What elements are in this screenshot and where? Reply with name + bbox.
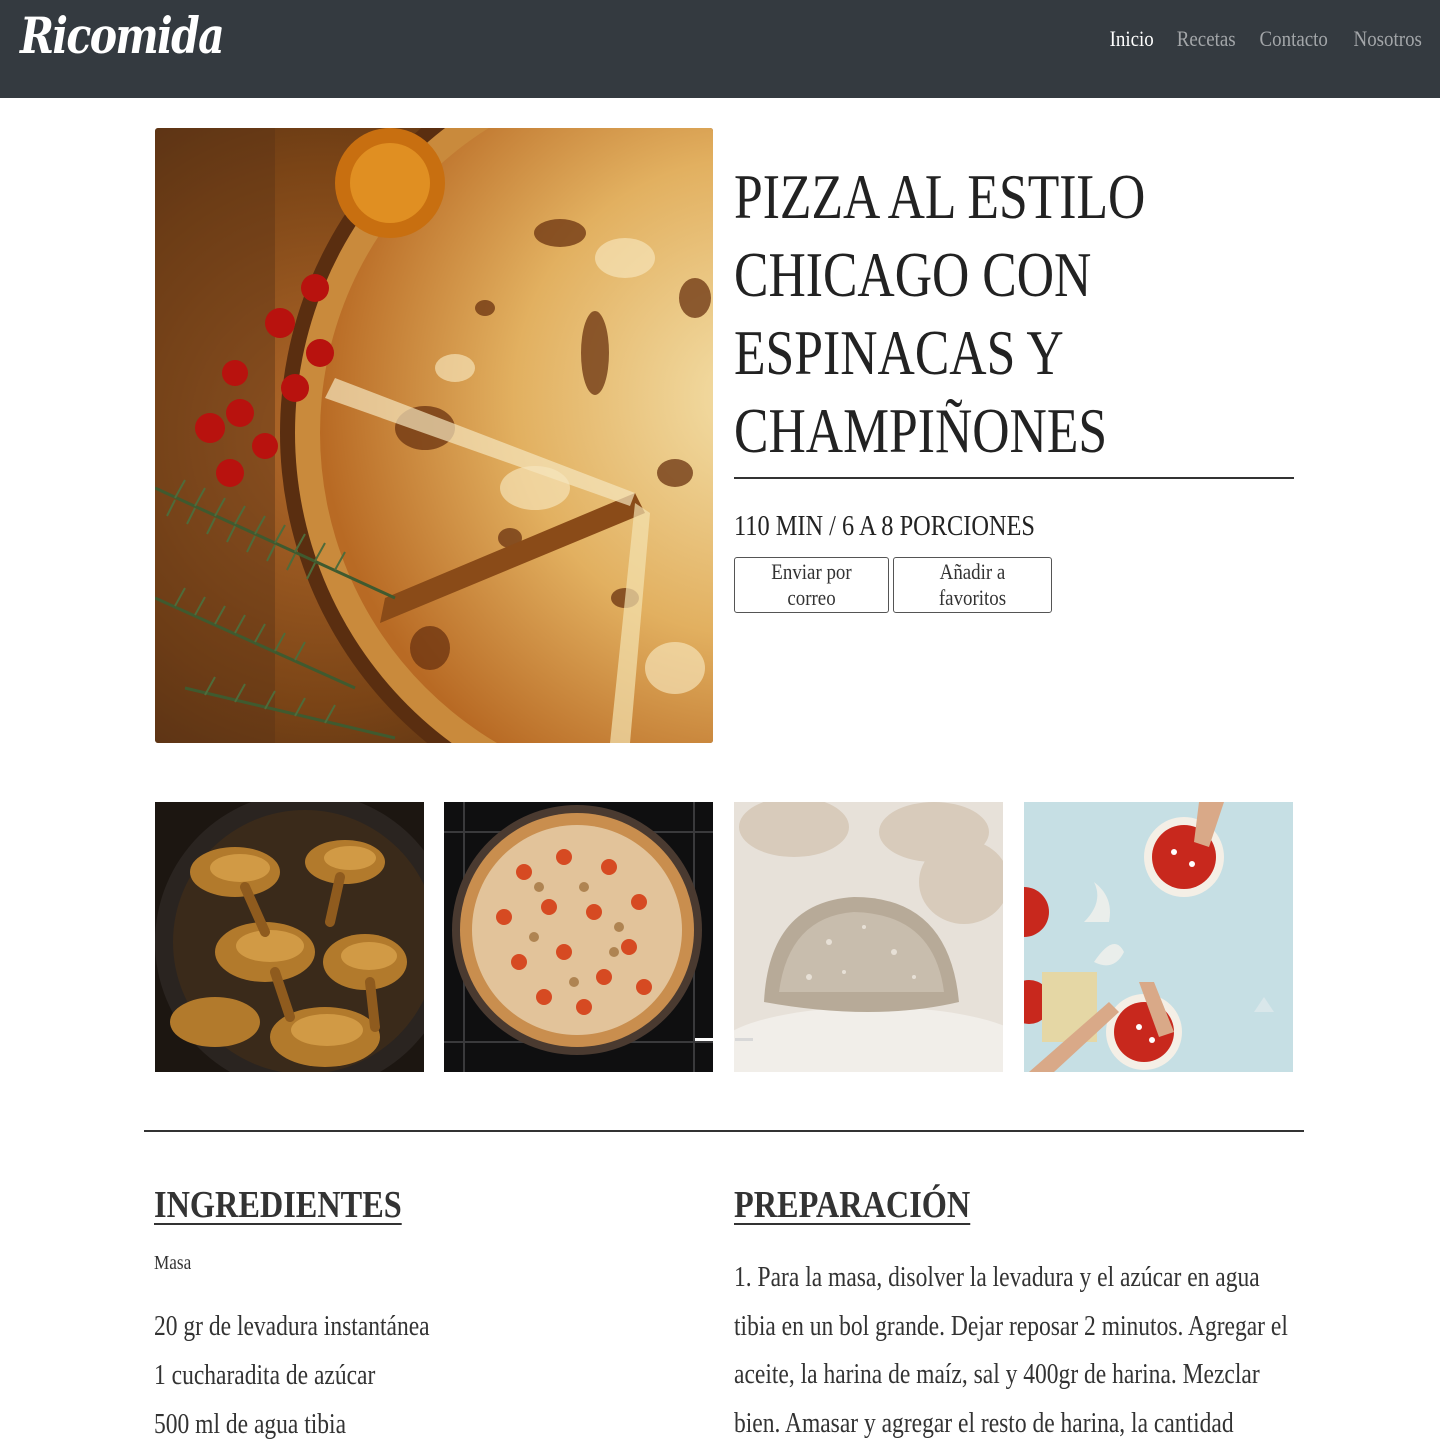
email-button[interactable]: Enviar por correo: [734, 557, 889, 613]
navbar: Ricomida Inicio Recetas Contacto Nosotro…: [0, 0, 1440, 98]
nav-links: Inicio Recetas Contacto Nosotros: [1099, 26, 1434, 52]
dough-illustration: [734, 802, 1003, 1072]
nav-item-recetas[interactable]: Recetas: [1170, 26, 1241, 52]
brand-logo[interactable]: Ricomida: [20, 6, 225, 65]
making-pizzas-illustration: [1024, 802, 1293, 1072]
preparation-text: 1. Para la masa, disolver la levadura y …: [734, 1262, 1288, 1439]
hero-pizza-image: [155, 128, 713, 743]
add-favorite-button[interactable]: Añadir a favoritos: [893, 557, 1052, 613]
add-favorite-button-label: Añadir a favoritos: [938, 559, 1007, 610]
gallery-image-baked-pizza[interactable]: [444, 802, 713, 1072]
nav-item-contacto[interactable]: Contacto: [1254, 26, 1334, 52]
ingredient-item: 500 ml de agua tibia: [154, 1409, 347, 1440]
ingredient-item: 1 cucharadita de azúcar: [154, 1360, 376, 1391]
nav-item-inicio[interactable]: Inicio: [1104, 26, 1160, 52]
gallery-image-making-pizzas[interactable]: [1024, 802, 1293, 1072]
hero-pizza-illustration: [155, 128, 713, 743]
ingredients-group-label: Masa: [154, 1252, 192, 1274]
recipe-meta: 110 MIN / 6 A 8 PORCIONES: [734, 510, 1035, 542]
preparation-heading: PREPARACIÓN: [734, 1184, 971, 1226]
recipe-title: PIZZA AL ESTILO CHICAGO CON ESPINACAS Y …: [734, 162, 1146, 466]
email-button-label: Enviar por correo: [771, 559, 852, 610]
mushrooms-illustration: [155, 802, 424, 1072]
section-divider: [144, 1130, 1304, 1132]
carousel-indicator[interactable]: [735, 1038, 753, 1041]
nav-item-nosotros[interactable]: Nosotros: [1347, 26, 1427, 52]
title-divider: [734, 477, 1294, 479]
baked-pizza-illustration: [444, 802, 713, 1072]
ingredient-item: 20 gr de levadura instantánea: [154, 1311, 430, 1342]
gallery-image-dough[interactable]: [734, 802, 1003, 1072]
carousel-indicator-active[interactable]: [695, 1038, 713, 1041]
gallery-image-mushrooms[interactable]: [155, 802, 424, 1072]
ingredients-heading: INGREDIENTES: [154, 1184, 402, 1226]
ingredients-list: 20 gr de levadura instantánea 1 cucharad…: [154, 1302, 482, 1440]
